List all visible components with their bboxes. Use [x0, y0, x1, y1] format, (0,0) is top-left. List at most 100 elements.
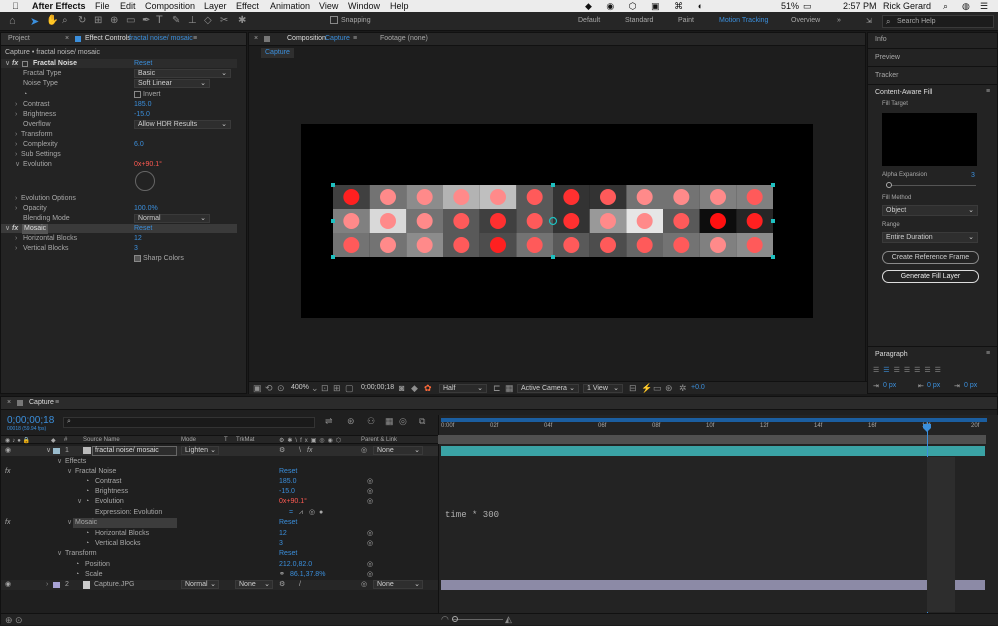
expression-graph-icon[interactable]: ⩘ [299, 508, 303, 518]
apple-icon[interactable]:  [12, 1, 19, 11]
fractal-noise-triangle-icon[interactable]: ∨ [5, 59, 10, 69]
timeline-timecode[interactable]: 0;00;00;18 [7, 415, 54, 426]
layer-2-label-color[interactable] [53, 582, 60, 588]
status-icons[interactable]: ◆ ◉ ⬡ ▣ ⌘ ◐ [585, 1, 709, 12]
mosaic-reset[interactable]: Reset [279, 518, 297, 528]
stopwatch-icon[interactable]: ◔ [75, 570, 79, 580]
rotate-tool-icon[interactable]: ↻ [78, 15, 86, 26]
user-name[interactable]: Rick Gerard [883, 1, 931, 11]
indent-right-icon[interactable]: ⇤ [918, 382, 924, 390]
workspace-standard[interactable]: Standard [625, 17, 653, 24]
fast-preview-icon[interactable]: ⚡ [641, 383, 652, 394]
transform-handle[interactable] [771, 219, 775, 223]
transform-handle[interactable] [771, 255, 775, 259]
mosaic-layer-preview[interactable] [329, 181, 777, 263]
eye-icon[interactable]: ◉ [5, 446, 11, 456]
spiral-icon[interactable]: ◎ [367, 529, 373, 539]
tab-timeline-capture[interactable]: Capture [29, 399, 54, 406]
flowchart-icon[interactable]: ⊛ [665, 383, 673, 394]
transform-label[interactable]: Transform [21, 130, 53, 140]
roi-icon[interactable]: ⊏ [493, 383, 501, 394]
siri-icon[interactable]: ◍ [962, 1, 970, 12]
first-line-value[interactable]: 0 px [964, 382, 977, 389]
col-mode[interactable]: Mode [181, 437, 196, 443]
motion-blur-icon[interactable]: ◎ [399, 416, 407, 427]
caf-title[interactable]: Content-Aware Fill [875, 89, 932, 96]
layer-2-name[interactable]: Capture.JPG [94, 580, 134, 590]
transform-handle[interactable] [331, 183, 335, 187]
exposure-reset-icon[interactable]: ✲ [679, 383, 687, 394]
tl-contrast-row[interactable]: ◔ Contrast 185.0 ◎ [1, 477, 438, 487]
expression-language-icon[interactable]: ● [319, 508, 323, 518]
panel-menu-icon[interactable]: ≡ [55, 399, 59, 406]
timeline-zoom-handle[interactable] [452, 616, 458, 622]
tl-position-row[interactable]: ◔ Position 212.0,82.0 ◎ [1, 560, 438, 570]
indent-right-value[interactable]: 0 px [927, 382, 940, 389]
tab-composition[interactable]: Composition [287, 35, 326, 42]
stopwatch-icon[interactable]: ◔ [85, 497, 89, 507]
workspace-motion-tracking[interactable]: Motion Tracking [719, 17, 768, 24]
menu-composition[interactable]: Composition [145, 1, 195, 11]
alpha-slider-track[interactable] [886, 185, 976, 186]
preview-toggle-icon[interactable]: ⟲ [265, 383, 273, 394]
rect-tool-icon[interactable]: ▭ [126, 15, 135, 26]
menu-edit[interactable]: Edit [120, 1, 136, 11]
contrast-expand-icon[interactable]: › [15, 100, 17, 110]
anchor-switch-icon[interactable]: ⚙ [279, 580, 285, 590]
eye-icon[interactable]: ◉ [5, 580, 11, 590]
tl-evolution-value[interactable]: 0x+90.1° [279, 497, 307, 507]
fractal-noise-row[interactable]: fx ∨ Fractal Noise Reset [1, 467, 438, 477]
vertical-blocks-value[interactable]: 3 [134, 244, 138, 254]
spiral-icon[interactable]: ◎ [367, 487, 373, 497]
fx-icon[interactable]: fx [5, 518, 10, 528]
info-panel[interactable]: Info [868, 33, 998, 49]
invert-checkbox[interactable] [134, 91, 141, 98]
pickwhip-icon[interactable]: ◎ [361, 446, 367, 456]
col-trkmat[interactable]: TrkMat [236, 437, 254, 443]
overflow-dropdown[interactable]: Allow HDR Results ⌄ [134, 120, 231, 129]
tab-effect-controls[interactable]: Effect Controls [85, 35, 131, 42]
snapshot-icon[interactable]: ◙ [399, 383, 404, 393]
expression-pickwhip-icon[interactable]: ◎ [309, 508, 315, 518]
tab-close-icon[interactable]: × [254, 35, 258, 42]
complexity-expand-icon[interactable]: › [15, 140, 17, 150]
mosaic-triangle-icon[interactable]: ∨ [5, 224, 10, 234]
layer-2-parent-dropdown[interactable]: None ⌄ [373, 580, 423, 589]
roto-tool-icon[interactable]: ✂ [220, 15, 228, 26]
evo-options-expand-icon[interactable]: › [15, 194, 17, 204]
fx-icon[interactable]: fx [5, 467, 10, 477]
evolution-options-label[interactable]: Evolution Options [21, 194, 76, 204]
notification-icon[interactable]: ☰ [980, 1, 988, 12]
comp-mini-flowchart-icon[interactable]: ⇌ [325, 416, 333, 427]
col-source-name[interactable]: Source Name [83, 437, 120, 443]
menu-file[interactable]: File [95, 1, 110, 11]
clone-tool-icon[interactable]: ⊥ [188, 15, 197, 26]
tl-brightness-value[interactable]: -15.0 [279, 487, 295, 497]
menu-effect[interactable]: Effect [236, 1, 259, 11]
stopwatch-icon[interactable]: ◔ [85, 487, 89, 497]
stopwatch-icon[interactable]: ◔ [85, 529, 89, 539]
fx-switch-icon[interactable]: fx [307, 446, 312, 456]
av-switch-icons[interactable]: ◉♪●🔒 [5, 437, 32, 444]
chevron-down-icon[interactable]: ⌄ [311, 383, 319, 394]
view-layout-dropdown[interactable]: 1 View ⌄ [583, 384, 623, 393]
grid-icon[interactable]: ⊞ [333, 383, 341, 394]
brightness-expand-icon[interactable]: › [15, 110, 17, 120]
lock-square-icon[interactable] [17, 400, 23, 406]
effects-expand-icon[interactable]: ∨ [57, 457, 62, 467]
timeline-search-field[interactable]: ⌕ [63, 417, 315, 428]
menu-layer[interactable]: Layer [204, 1, 227, 11]
effects-row[interactable]: ∨ Effects [1, 457, 438, 467]
stopwatch-icon[interactable]: ◔ [75, 560, 79, 570]
selection-tool-icon[interactable]: ➤ [30, 15, 39, 28]
camera-tool-icon[interactable]: ⊞ [94, 15, 102, 26]
render-time-icon[interactable]: ⊕ [5, 615, 13, 626]
tracker-panel[interactable]: Tracker [868, 68, 998, 85]
panel-menu-icon[interactable]: ≡ [986, 88, 990, 95]
indent-left-value[interactable]: 0 px [883, 382, 896, 389]
menu-animation[interactable]: Animation [270, 1, 310, 11]
brightness-value[interactable]: -15.0 [134, 110, 150, 120]
tab-project[interactable]: Project [8, 35, 30, 42]
evolution-expand-icon[interactable]: ∨ [15, 160, 20, 170]
spiral-icon[interactable]: ◎ [367, 477, 373, 487]
